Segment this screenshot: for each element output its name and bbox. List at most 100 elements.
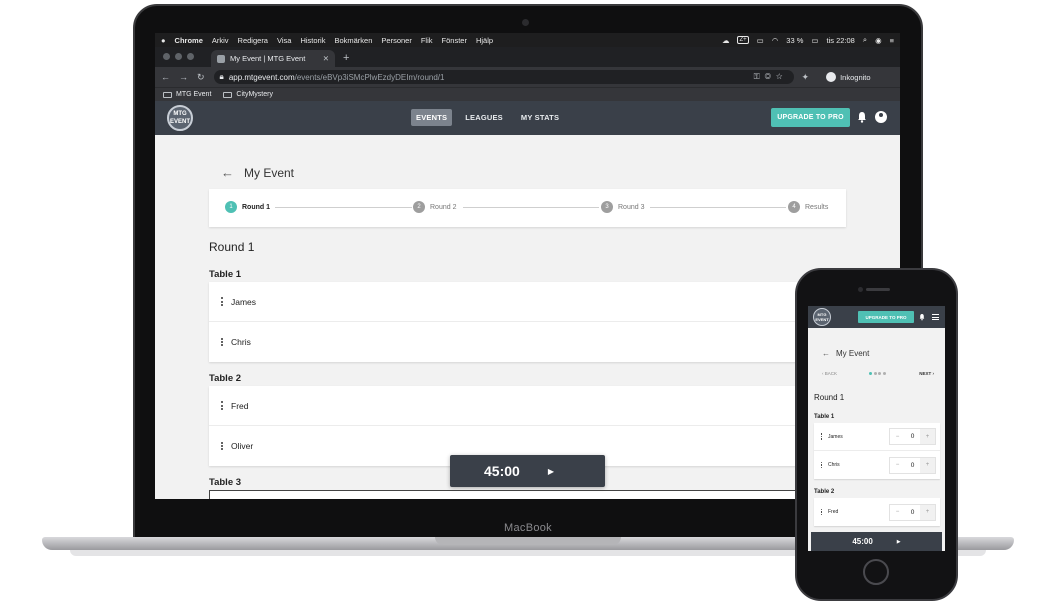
drag-handle-icon[interactable] [220,297,223,307]
browser-tab[interactable]: My Event | MTG Event ✕ [211,50,335,67]
score-stepper: − 0 + [889,503,936,521]
airplay-icon[interactable]: ▭ [757,36,764,45]
phone-speaker [866,288,890,291]
new-tab-icon[interactable]: + [343,52,349,64]
decrement-button[interactable]: − [890,429,905,444]
nav-my-stats[interactable]: MY STATS [516,109,564,126]
input-source-icon[interactable]: Z+ [737,36,749,44]
step-round-2[interactable]: 2 Round 2 [413,201,456,213]
account-icon[interactable] [875,111,887,123]
bookmark-mtg-event[interactable]: MTG Event [163,91,211,98]
increment-button[interactable]: + [920,504,935,520]
mac-menubar: ● Chrome Arkiv Redigera Visa Historik Bo… [155,33,900,47]
mobile-next-button[interactable]: NEXT › [919,371,934,376]
menu-arkiv[interactable]: Arkiv [212,36,229,45]
score-stepper: − 0 + [889,428,936,445]
menu-historik[interactable]: Historik [300,36,325,45]
menu-chrome[interactable]: Chrome [175,36,203,45]
reload-icon[interactable]: ↻ [197,72,205,83]
play-icon[interactable]: ▶ [897,539,901,545]
product-mockup: MacBook ● Chrome Arkiv Redigera Visa His… [0,0,1056,606]
menu-flik[interactable]: Flik [421,36,433,45]
menu-redigera[interactable]: Redigera [238,36,268,45]
extensions-icon[interactable]: ✦ [802,72,810,83]
menu-fonster[interactable]: Fönster [442,36,467,45]
bell-icon[interactable] [857,111,867,123]
forward-icon[interactable]: → [179,72,188,82]
nav-leagues[interactable]: LEAGUES [460,109,508,126]
menu-bokmarken[interactable]: Bokmärken [334,36,372,45]
address-bar[interactable]: 🔒︎ app.mtgevent.com /events/eBVp3iSMcPlw… [213,70,794,84]
step-connector [275,207,412,208]
drag-handle-icon[interactable] [820,432,823,440]
browser-toolbar: ← → ↻ 🔒︎ app.mtgevent.com /events/eBVp3i… [155,67,900,87]
phone-screen: MTG EVENT UPGRADE TO PRO ← My Event ‹ BA… [808,306,945,551]
mtg-event-logo[interactable]: MTG EVENT [813,308,831,326]
round-timer[interactable]: 45:00 ▶ [450,455,605,487]
menu-icon[interactable] [932,314,939,322]
clock[interactable]: tis 22:08 [827,36,855,45]
menu-visa[interactable]: Visa [277,36,291,45]
wifi-icon[interactable]: ◠ [772,36,779,45]
menu-personer[interactable]: Personer [381,36,411,45]
player-row: Fred — [209,386,846,426]
mobile-table-title: Table 1 [814,414,835,420]
cloud-icon[interactable]: ☁ [722,36,730,45]
browser-tab-strip: My Event | MTG Event ✕ + [155,47,900,67]
user-icon[interactable]: ◉ [875,36,882,45]
back-arrow-icon[interactable]: ← [822,349,830,358]
step-round-3[interactable]: 3 Round 3 [601,201,644,213]
score-value: 0 [910,433,915,440]
mtg-event-logo[interactable]: MTG EVENT [167,105,193,131]
apple-icon[interactable]: ● [161,36,166,45]
increment-button[interactable]: + [920,429,935,444]
drag-handle-icon[interactable] [220,401,223,411]
incognito-badge[interactable]: Inkognito [826,72,871,82]
score-value: 0 [910,461,915,469]
player-name: Oliver [231,441,254,451]
player-name: Fred [231,400,249,411]
timer-value: 45:00 [484,463,520,479]
maximize-window-icon[interactable] [187,53,194,60]
control-center-icon[interactable]: ≡ [890,36,894,45]
laptop-camera [522,19,529,26]
bookmark-citymystery[interactable]: CityMystery [223,91,273,98]
close-tab-icon[interactable]: ✕ [323,54,329,63]
page-header: ← My Event [221,165,294,180]
menu-hjalp[interactable]: Hjälp [476,36,493,45]
nav-events[interactable]: EVENTS [411,109,453,126]
spotlight-icon[interactable]: ⌕ [863,35,867,45]
score-stepper: − 0 + [889,456,936,474]
mobile-round-timer[interactable]: 45:00 ▶ [811,532,942,551]
drag-handle-icon[interactable] [220,441,223,451]
lock-icon[interactable]: 🔒︎ [220,72,224,82]
step-round-1[interactable]: 1 Round 1 [225,201,270,213]
step-results[interactable]: 4 Results [788,201,828,213]
drag-handle-icon[interactable] [820,461,823,469]
laptop-screen: ● Chrome Arkiv Redigera Visa Historik Bo… [155,33,900,499]
minimize-window-icon[interactable] [175,53,182,60]
drag-handle-icon[interactable] [220,337,223,347]
back-arrow-icon[interactable]: ← [221,165,234,180]
step-label: Round 3 [618,203,645,211]
url-host: app.mtgevent.com [228,72,295,82]
main-content: ← My Event 1 Round 1 2 Round 2 3 Round 3 [155,135,900,499]
back-icon[interactable]: ← [161,72,170,82]
increment-button[interactable]: + [920,457,935,473]
mobile-page-header: ← My Event [822,349,869,358]
drag-handle-icon[interactable] [820,508,823,516]
bell-icon[interactable] [919,313,925,321]
mobile-app-header: MTG EVENT UPGRADE TO PRO [808,306,945,328]
mobile-back-button[interactable]: ‹ BACK [822,371,837,376]
mobile-table-card: James − 0 + Chris − 0 + [814,423,940,479]
battery-icon[interactable]: ▭ [811,36,818,45]
upgrade-to-pro-button[interactable]: UPGRADE TO PRO [771,108,850,127]
round-stepper: 1 Round 1 2 Round 2 3 Round 3 4 Results [209,189,846,227]
decrement-button[interactable]: − [890,505,905,520]
play-icon[interactable]: ▶ [548,467,554,476]
close-window-icon[interactable] [163,53,170,60]
address-bar-actions[interactable]: ⚿◎☆ [754,72,788,82]
mobile-upgrade-button[interactable]: UPGRADE TO PRO [858,311,914,323]
decrement-button[interactable]: − [890,458,905,473]
mobile-round-title: Round 1 [814,393,845,402]
